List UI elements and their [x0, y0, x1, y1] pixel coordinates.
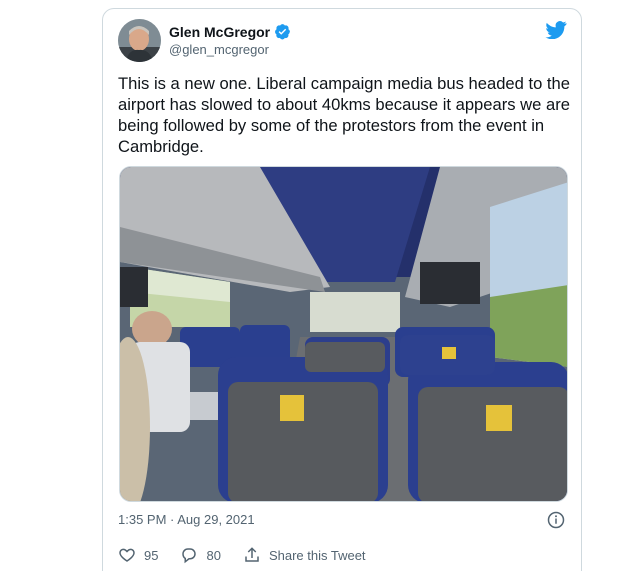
- reply-count: 80: [206, 547, 221, 563]
- reply-button[interactable]: 80: [180, 546, 221, 564]
- verified-badge-icon: [274, 23, 291, 40]
- heart-icon: [119, 548, 135, 562]
- author-display-name[interactable]: Glen McGregor: [169, 24, 270, 40]
- share-button[interactable]: Share this Tweet: [243, 546, 366, 564]
- like-button[interactable]: 95: [118, 546, 158, 564]
- avatar[interactable]: [118, 19, 161, 62]
- like-count: 95: [144, 547, 159, 563]
- tweet-timestamp[interactable]: 1:35 PM · Aug 29, 2021: [118, 512, 255, 527]
- twitter-logo-icon[interactable]: [545, 21, 567, 40]
- share-label: Share this Tweet: [268, 547, 366, 563]
- reply-icon: [182, 548, 197, 564]
- tweet-media-photo[interactable]: [119, 166, 568, 502]
- share-icon: [245, 547, 259, 562]
- tweet-text: This is a new one. Liberal campaign medi…: [118, 74, 571, 156]
- tweet-card[interactable]: Glen McGregor @glen_mcgregor This is a n…: [102, 8, 582, 571]
- author-handle[interactable]: @glen_mcgregor: [169, 42, 269, 57]
- info-icon[interactable]: [547, 511, 565, 529]
